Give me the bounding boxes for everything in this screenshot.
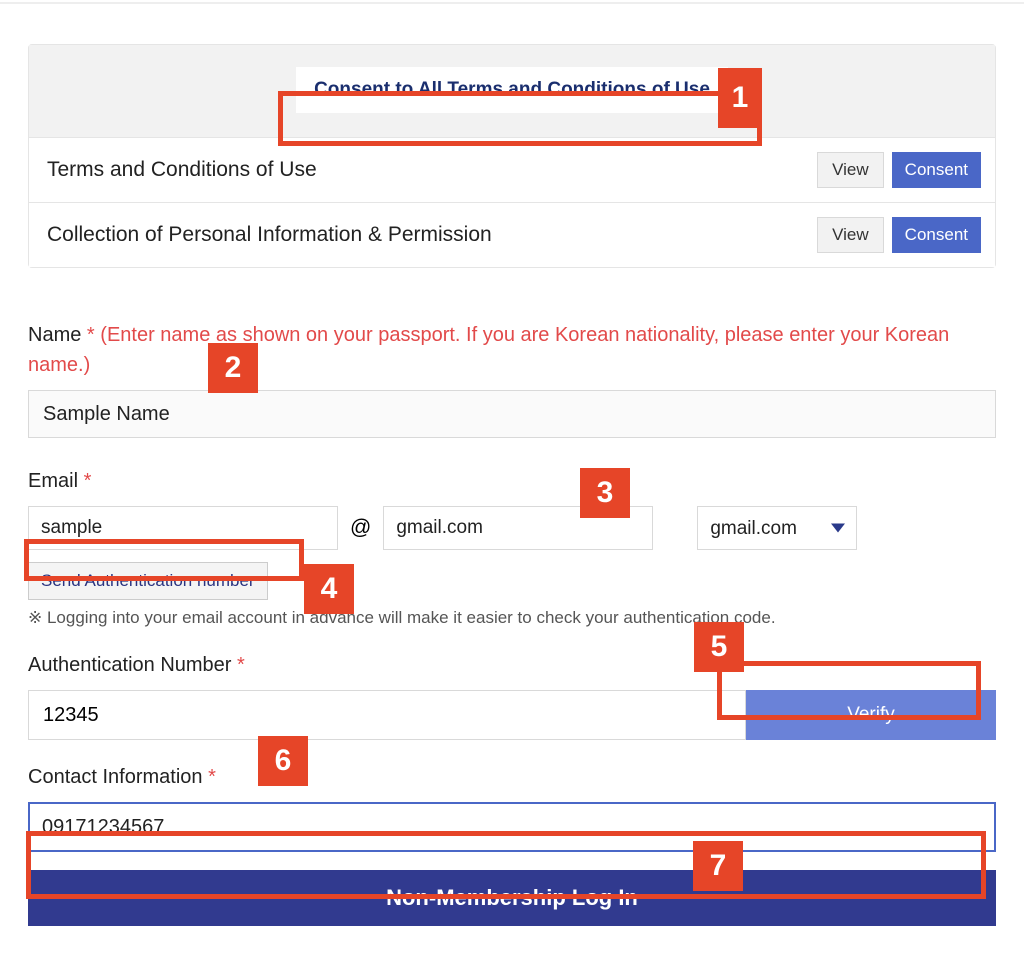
contact-label: Contact Information: [28, 766, 203, 788]
email-label-row: Email *: [28, 466, 996, 496]
contact-field: Contact Information *: [28, 762, 996, 852]
name-label: Name: [28, 324, 81, 346]
email-domain-input[interactable]: [383, 506, 653, 550]
name-hint: (Enter name as shown on your passport. I…: [28, 324, 949, 376]
terms-header-title: Consent to All Terms and Conditions of U…: [296, 67, 728, 113]
required-star: *: [208, 766, 216, 788]
contact-input[interactable]: [28, 802, 996, 852]
login-wrap: Non-Membership Log In: [28, 870, 996, 926]
required-star: *: [87, 324, 95, 346]
terms-row: Terms and Conditions of Use View Consent: [29, 137, 995, 202]
email-field: Email * @ gmail.com Send Authentication …: [28, 466, 996, 628]
non-member-login-button[interactable]: Non-Membership Log In: [28, 870, 996, 926]
terms-row-label: Terms and Conditions of Use: [47, 158, 317, 182]
view-button[interactable]: View: [817, 152, 884, 188]
name-input[interactable]: [28, 390, 996, 438]
form-container: 1 2 3 4 5 6 7 Consent to All Terms and C…: [0, 44, 1024, 956]
view-button[interactable]: View: [817, 217, 884, 253]
consent-button[interactable]: Consent: [892, 152, 981, 188]
required-star: *: [237, 654, 245, 676]
email-domain-select[interactable]: gmail.com: [697, 506, 857, 550]
contact-label-row: Contact Information *: [28, 762, 996, 792]
terms-panel: Consent to All Terms and Conditions of U…: [28, 44, 996, 268]
terms-row: Collection of Personal Information & Per…: [29, 202, 995, 267]
email-at: @: [350, 516, 371, 540]
send-auth-button[interactable]: Send Authentication number: [28, 562, 268, 600]
required-star: *: [84, 470, 92, 492]
verify-button[interactable]: Verify: [746, 690, 996, 740]
name-label-row: Name * (Enter name as shown on your pass…: [28, 320, 996, 380]
consent-button[interactable]: Consent: [892, 217, 981, 253]
auth-input[interactable]: [28, 690, 746, 740]
auth-field: Authentication Number * Verify: [28, 650, 996, 740]
terms-row-label: Collection of Personal Information & Per…: [47, 223, 492, 247]
email-tip: ※ Logging into your email account in adv…: [28, 608, 996, 628]
auth-label: Authentication Number: [28, 654, 231, 676]
email-label: Email: [28, 470, 78, 492]
terms-header: Consent to All Terms and Conditions of U…: [29, 45, 995, 137]
name-field: Name * (Enter name as shown on your pass…: [28, 320, 996, 438]
email-local-input[interactable]: [28, 506, 338, 550]
auth-label-row: Authentication Number *: [28, 650, 996, 680]
